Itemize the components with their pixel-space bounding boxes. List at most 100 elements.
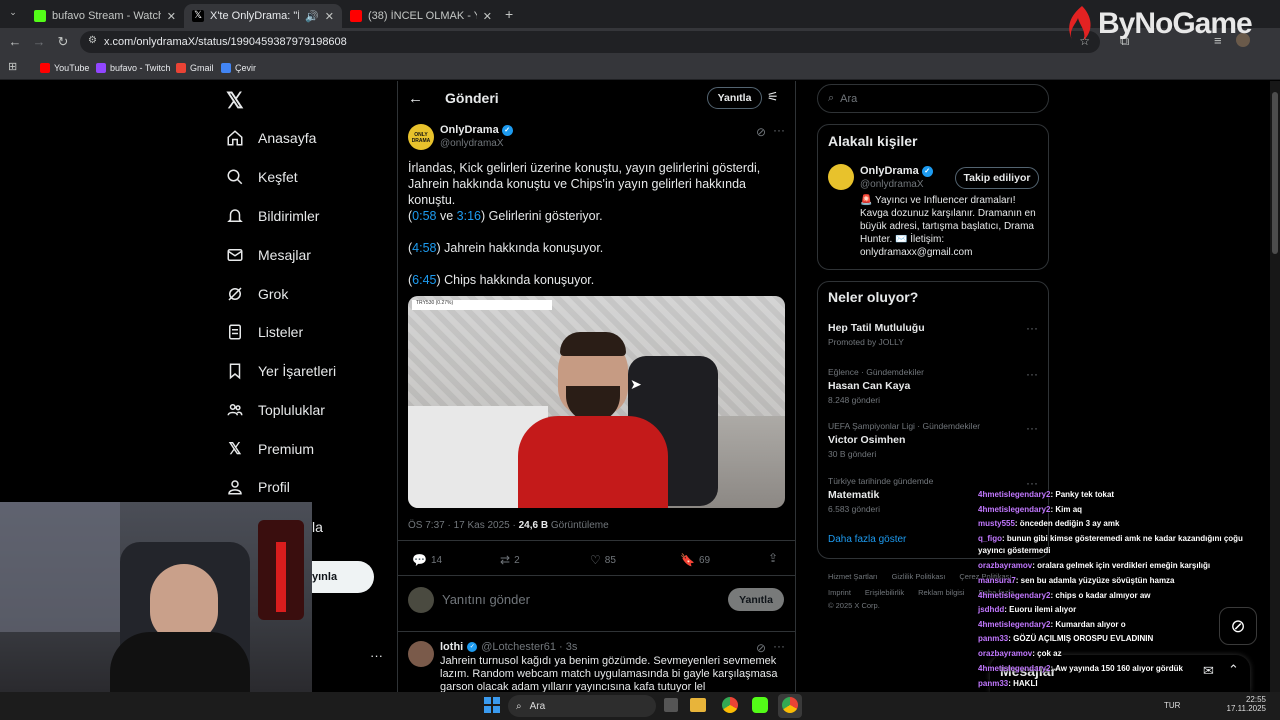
x-logo-icon[interactable]: 𝕏 bbox=[226, 88, 244, 114]
reply-input[interactable]: Yanıtını gönder bbox=[442, 592, 530, 607]
file-explorer-icon[interactable] bbox=[690, 698, 706, 712]
address-bar[interactable]: ⚙ x.com/onlydramaX/status/19904593879791… bbox=[80, 31, 1100, 53]
speaker-icon[interactable]: 🔊 bbox=[305, 10, 319, 23]
bookmark-twitch[interactable]: bufavo - Twitch bbox=[96, 60, 170, 76]
nav-notifications[interactable]: Bildirimler bbox=[226, 199, 319, 233]
more-dots-icon[interactable]: ··· bbox=[370, 648, 383, 663]
bookmark-translate[interactable]: Çevir bbox=[221, 60, 256, 76]
tab-search-button[interactable]: ⌄ bbox=[6, 7, 20, 21]
divider bbox=[397, 575, 796, 576]
following-button[interactable]: Takip ediliyor bbox=[955, 167, 1039, 189]
footer-link[interactable]: Gizlilik Politikası bbox=[892, 572, 946, 581]
grok-icon[interactable]: ⊘ bbox=[756, 641, 766, 655]
show-more-link[interactable]: Daha fazla göster bbox=[828, 534, 906, 545]
tab-kick[interactable]: bufavo Stream - Watch Live on ✕ bbox=[26, 4, 184, 28]
new-tab-button[interactable]: + bbox=[505, 6, 513, 22]
close-icon[interactable]: ✕ bbox=[483, 10, 492, 23]
repost-stat[interactable]: ⇄ 2 bbox=[500, 553, 520, 567]
nav-explore[interactable]: Keşfet bbox=[226, 160, 298, 194]
reply-header-button[interactable]: Yanıtla bbox=[707, 87, 762, 109]
reply-author[interactable]: lothi ✓ @Lotchester61 · 3s bbox=[440, 641, 577, 653]
youtube-icon bbox=[350, 10, 362, 22]
nav-lists[interactable]: Listeler bbox=[226, 315, 303, 349]
nav-bookmarks[interactable]: Yer İşaretleri bbox=[226, 354, 336, 388]
site-info-icon[interactable]: ⚙ bbox=[88, 35, 97, 46]
more-dots-icon[interactable]: ··· bbox=[1026, 421, 1038, 435]
language-indicator[interactable]: TUR bbox=[1164, 701, 1180, 710]
nav-communities[interactable]: Topluluklar bbox=[226, 393, 325, 427]
trend-item[interactable]: Hep Tatil Mutluluğu Promoted by JOLLY bbox=[828, 322, 925, 347]
tab-youtube[interactable]: (38) İNCEL OLMAK - YouTube ✕ bbox=[342, 4, 500, 28]
chat-message: orazbayramov: çok az bbox=[978, 649, 1062, 659]
reload-button[interactable]: ↻ bbox=[54, 33, 72, 51]
chat-message: orazbayramov: oralara gelmek için verdik… bbox=[978, 561, 1210, 571]
chrome-icon[interactable] bbox=[782, 697, 798, 713]
author-avatar[interactable]: ONLY DRAMA bbox=[408, 124, 434, 150]
author-name[interactable]: OnlyDrama ✓ bbox=[440, 124, 513, 136]
sliders-icon[interactable]: ⚟ bbox=[767, 89, 779, 105]
app-icon[interactable] bbox=[752, 697, 768, 713]
copyright: © 2025 X Corp. bbox=[828, 601, 880, 610]
grok-icon[interactable]: ⊘ bbox=[756, 125, 766, 139]
post-text: İrlandas, Kick gelirleri üzerine konuştu… bbox=[408, 161, 761, 207]
windows-start-icon[interactable] bbox=[484, 697, 500, 713]
reply-submit-button[interactable]: Yanıtla bbox=[728, 588, 784, 611]
apps-icon[interactable]: ⊞ bbox=[8, 60, 17, 73]
post-line-chips: (6:45) Chips hakkında konuşuyor. bbox=[408, 273, 595, 287]
chrome-icon[interactable] bbox=[722, 697, 738, 713]
relevant-handle: @onlydramaX bbox=[860, 179, 924, 190]
footer-link[interactable]: Hizmet Şartları bbox=[828, 572, 878, 581]
nav-premium[interactable]: 𝕏 Premium bbox=[226, 432, 314, 466]
share-icon[interactable]: ⇪ bbox=[768, 551, 778, 565]
divider bbox=[397, 540, 796, 541]
grok-float-button[interactable]: ⊘ bbox=[1219, 607, 1257, 645]
chat-message: jsdhdd: Euoru ilemi alıyor bbox=[978, 605, 1076, 615]
new-message-icon[interactable]: ✉ bbox=[1203, 663, 1214, 679]
more-dots-icon[interactable]: ··· bbox=[773, 123, 785, 137]
more-dots-icon[interactable]: ··· bbox=[773, 639, 785, 653]
grok-icon bbox=[228, 287, 242, 301]
taskbar-search[interactable]: ⌕ Ara bbox=[508, 695, 656, 717]
trend-item[interactable]: Türkiye tarihinde gündemde Matematik 6.5… bbox=[828, 476, 933, 514]
chevron-up-icon[interactable]: ⌃ bbox=[1228, 662, 1239, 678]
like-stat[interactable]: ♡ 85 bbox=[590, 553, 616, 567]
footer-link[interactable]: Imprint bbox=[828, 588, 851, 597]
footer-link[interactable]: Erişilebilirlik bbox=[865, 588, 904, 597]
nav-home[interactable]: Anasayfa bbox=[226, 121, 316, 155]
close-icon[interactable]: ✕ bbox=[167, 10, 176, 23]
timestamp-link[interactable]: 3:16 bbox=[457, 209, 481, 223]
timestamp-link[interactable]: 0:58 bbox=[412, 209, 436, 223]
nav-more-partial[interactable]: la bbox=[312, 519, 323, 535]
more-dots-icon[interactable]: ··· bbox=[1026, 321, 1038, 335]
more-dots-icon[interactable]: ··· bbox=[1026, 476, 1038, 490]
tab-x[interactable]: 𝕏 X'te OnlyDrama: "İrlandas, K 🔊 ✕ bbox=[184, 4, 342, 28]
bookmark-stat[interactable]: 🔖 69 bbox=[680, 553, 710, 567]
nav-messages[interactable]: Mesajlar bbox=[226, 238, 311, 272]
bookmark-gmail[interactable]: Gmail bbox=[176, 60, 214, 76]
footer-link[interactable]: Reklam bilgisi bbox=[918, 588, 964, 597]
trend-item[interactable]: Eğlence · Gündemdekiler Hasan Can Kaya 8… bbox=[828, 367, 924, 405]
back-button[interactable]: ← bbox=[6, 33, 24, 51]
timestamp-link[interactable]: 6:45 bbox=[412, 273, 436, 287]
close-icon[interactable]: ✕ bbox=[325, 10, 334, 23]
search-input[interactable]: ⌕ Ara bbox=[817, 84, 1049, 113]
more-dots-icon[interactable]: ··· bbox=[1026, 367, 1038, 381]
clock[interactable]: 22:55 17.11.2025 bbox=[1226, 695, 1266, 713]
video-player[interactable]: TRY530 (0.27%) ➤ bbox=[408, 296, 785, 508]
profile-icon bbox=[228, 480, 242, 495]
bookmark-youtube[interactable]: YouTube bbox=[40, 60, 89, 76]
forward-button[interactable]: → bbox=[30, 33, 48, 51]
cursor-icon: ➤ bbox=[630, 376, 642, 392]
reply-avatar[interactable] bbox=[408, 641, 434, 667]
relevant-avatar[interactable] bbox=[828, 164, 854, 190]
relevant-name[interactable]: OnlyDrama ✓ bbox=[860, 165, 933, 177]
reply-stat[interactable]: 💬 14 bbox=[412, 553, 442, 567]
post-line-jahrein: (4:58) Jahrein hakkında konuşuyor. bbox=[408, 241, 604, 255]
timestamp-link[interactable]: 4:58 bbox=[412, 241, 436, 255]
task-view-icon[interactable] bbox=[664, 698, 678, 712]
trend-item[interactable]: UEFA Şampiyonlar Ligi · Gündemdekiler Vi… bbox=[828, 421, 980, 459]
scrollbar-thumb[interactable] bbox=[1272, 92, 1278, 254]
nav-profile[interactable]: Profil bbox=[226, 470, 290, 504]
nav-grok[interactable]: Grok bbox=[226, 277, 288, 311]
back-arrow-icon[interactable]: ← bbox=[408, 90, 423, 107]
